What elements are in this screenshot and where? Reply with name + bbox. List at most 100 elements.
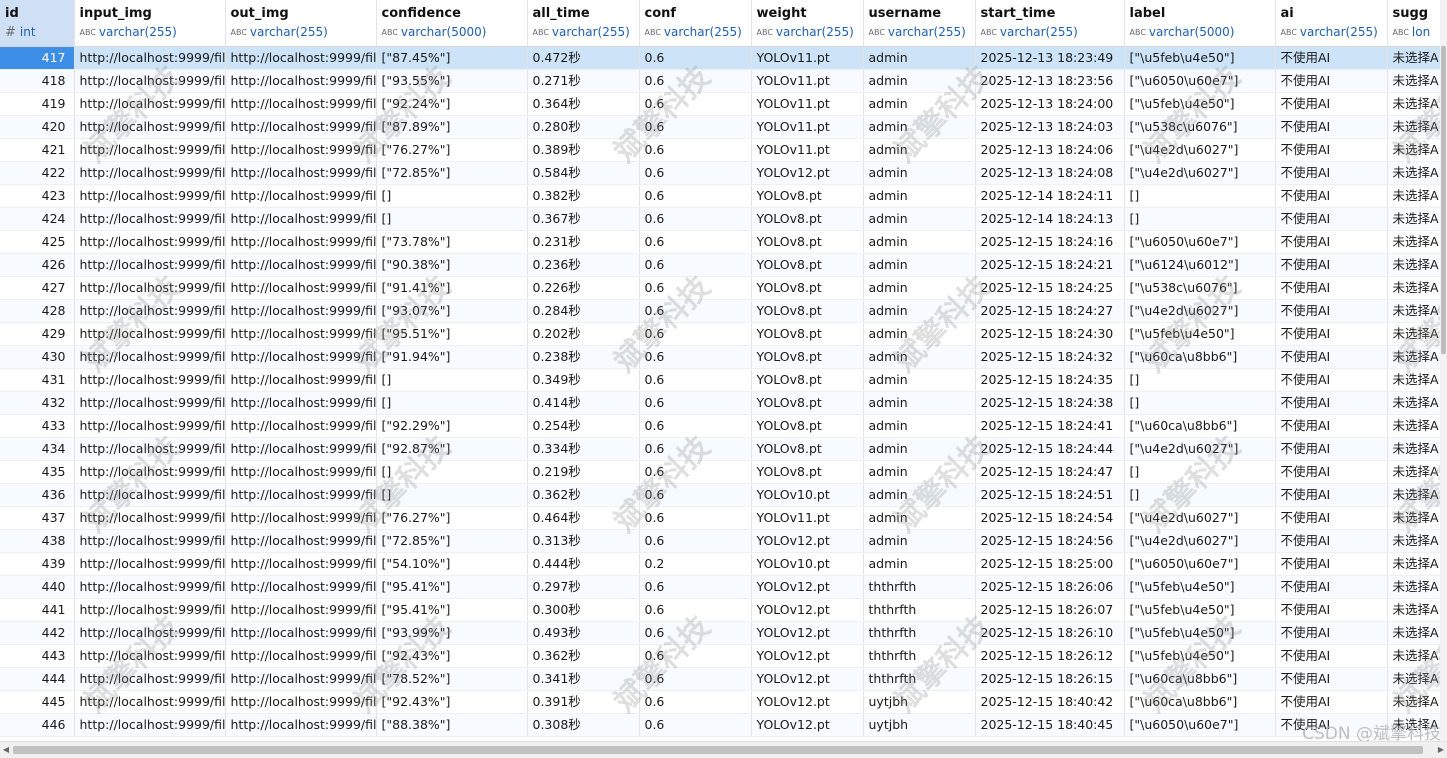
cell-all-time[interactable]: 0.334秒 (527, 437, 640, 461)
cell-out-img[interactable]: http://localhost:9999/file (225, 506, 377, 530)
cell-conf[interactable]: 0.6 (639, 621, 752, 645)
cell-id[interactable]: 433 (0, 414, 75, 438)
cell-out-img[interactable]: http://localhost:9999/file (225, 644, 377, 668)
vertical-scrollbar[interactable] (1440, 0, 1447, 741)
cell-input-img[interactable]: http://localhost:9999/file (74, 69, 226, 93)
cell-start-time[interactable]: 2025-12-15 18:24:41 (975, 414, 1125, 438)
cell-conf[interactable]: 0.6 (639, 184, 752, 208)
cell-conf[interactable]: 0.6 (639, 713, 752, 737)
cell-username[interactable]: ththrfth (863, 621, 976, 645)
cell-weight[interactable]: YOLOv8.pt (751, 253, 864, 277)
cell-confidence[interactable]: ["92.29%"] (376, 414, 528, 438)
cell-confidence[interactable]: [] (376, 483, 528, 507)
table-row[interactable]: 442 http://localhost:9999/file http://loca… (0, 621, 1440, 645)
cell-input-img[interactable]: http://localhost:9999/file (74, 598, 226, 622)
cell-sugg[interactable]: 未选择A (1387, 644, 1440, 668)
cell-confidence[interactable]: [] (376, 184, 528, 208)
cell-ai[interactable]: 不使用AI (1275, 138, 1388, 162)
column-header-id[interactable]: id # int (0, 0, 75, 47)
cell-sugg[interactable]: 未选择A (1387, 667, 1440, 691)
cell-username[interactable]: admin (863, 437, 976, 461)
cell-sugg[interactable]: 未选择A (1387, 138, 1440, 162)
column-header-input-img[interactable]: input_img ABC varchar(255) (74, 0, 226, 47)
column-header-label[interactable]: label ABC varchar(5000) (1124, 0, 1276, 47)
cell-username[interactable]: admin (863, 69, 976, 93)
cell-sugg[interactable]: 未选择A (1387, 598, 1440, 622)
cell-out-img[interactable]: http://localhost:9999/file (225, 161, 377, 185)
cell-start-time[interactable]: 2025-12-15 18:25:00 (975, 552, 1125, 576)
cell-start-time[interactable]: 2025-12-15 18:24:35 (975, 368, 1125, 392)
cell-input-img[interactable]: http://localhost:9999/file (74, 529, 226, 553)
cell-weight[interactable]: YOLOv11.pt (751, 69, 864, 93)
cell-id[interactable]: 436 (0, 483, 75, 507)
cell-ai[interactable]: 不使用AI (1275, 621, 1388, 645)
cell-label[interactable]: ["\u5feb\u4e50"] (1124, 621, 1276, 645)
cell-out-img[interactable]: http://localhost:9999/file (225, 414, 377, 438)
cell-ai[interactable]: 不使用AI (1275, 506, 1388, 530)
cell-all-time[interactable]: 0.280秒 (527, 115, 640, 139)
cell-weight[interactable]: YOLOv12.pt (751, 713, 864, 737)
cell-label[interactable]: [] (1124, 184, 1276, 208)
table-row[interactable]: 418 http://localhost:9999/file http://loca… (0, 69, 1440, 93)
cell-label[interactable]: [] (1124, 483, 1276, 507)
cell-ai[interactable]: 不使用AI (1275, 345, 1388, 369)
table-row[interactable]: 417 http://localhost:9999/file http://loca… (0, 46, 1440, 70)
cell-ai[interactable]: 不使用AI (1275, 437, 1388, 461)
cell-conf[interactable]: 0.6 (639, 276, 752, 300)
cell-start-time[interactable]: 2025-12-14 18:24:13 (975, 207, 1125, 231)
cell-conf[interactable]: 0.6 (639, 115, 752, 139)
cell-sugg[interactable]: 未选择A (1387, 713, 1440, 737)
cell-conf[interactable]: 0.6 (639, 414, 752, 438)
column-header-conf[interactable]: conf ABC varchar(255) (639, 0, 752, 47)
cell-all-time[interactable]: 0.584秒 (527, 161, 640, 185)
cell-weight[interactable]: YOLOv12.pt (751, 690, 864, 714)
cell-input-img[interactable]: http://localhost:9999/file (74, 713, 226, 737)
cell-label[interactable]: ["\u60ca\u8bb6"] (1124, 414, 1276, 438)
cell-all-time[interactable]: 0.271秒 (527, 69, 640, 93)
cell-out-img[interactable]: http://localhost:9999/file (225, 713, 377, 737)
cell-id[interactable]: 425 (0, 230, 75, 254)
cell-out-img[interactable]: http://localhost:9999/file (225, 299, 377, 323)
cell-ai[interactable]: 不使用AI (1275, 46, 1388, 70)
cell-all-time[interactable]: 0.391秒 (527, 690, 640, 714)
cell-out-img[interactable]: http://localhost:9999/file (225, 207, 377, 231)
cell-username[interactable]: admin (863, 460, 976, 484)
cell-ai[interactable]: 不使用AI (1275, 575, 1388, 599)
cell-ai[interactable]: 不使用AI (1275, 644, 1388, 668)
cell-input-img[interactable]: http://localhost:9999/file (74, 690, 226, 714)
table-row[interactable]: 419 http://localhost:9999/file http://loca… (0, 92, 1440, 116)
cell-out-img[interactable]: http://localhost:9999/file (225, 184, 377, 208)
cell-weight[interactable]: YOLOv8.pt (751, 460, 864, 484)
table-row[interactable]: 423 http://localhost:9999/file http://loca… (0, 184, 1440, 208)
cell-confidence[interactable]: ["91.41%"] (376, 276, 528, 300)
cell-username[interactable]: ththrfth (863, 598, 976, 622)
cell-label[interactable]: ["\u5feb\u4e50"] (1124, 322, 1276, 346)
cell-start-time[interactable]: 2025-12-15 18:24:51 (975, 483, 1125, 507)
cell-confidence[interactable]: ["73.78%"] (376, 230, 528, 254)
cell-ai[interactable]: 不使用AI (1275, 460, 1388, 484)
cell-out-img[interactable]: http://localhost:9999/file (225, 69, 377, 93)
cell-ai[interactable]: 不使用AI (1275, 414, 1388, 438)
cell-start-time[interactable]: 2025-12-15 18:24:30 (975, 322, 1125, 346)
cell-all-time[interactable]: 0.472秒 (527, 46, 640, 70)
cell-confidence[interactable]: ["87.89%"] (376, 115, 528, 139)
cell-label[interactable]: ["\u4e2d\u6027"] (1124, 161, 1276, 185)
cell-start-time[interactable]: 2025-12-15 18:26:15 (975, 667, 1125, 691)
cell-input-img[interactable]: http://localhost:9999/file (74, 161, 226, 185)
cell-conf[interactable]: 0.6 (639, 598, 752, 622)
cell-weight[interactable]: YOLOv8.pt (751, 207, 864, 231)
cell-conf[interactable]: 0.6 (639, 690, 752, 714)
cell-confidence[interactable]: ["95.51%"] (376, 322, 528, 346)
cell-username[interactable]: admin (863, 161, 976, 185)
cell-sugg[interactable]: 未选择A (1387, 115, 1440, 139)
table-row[interactable]: 429 http://localhost:9999/file http://loca… (0, 322, 1440, 346)
table-row[interactable]: 441 http://localhost:9999/file http://loca… (0, 598, 1440, 622)
cell-username[interactable]: admin (863, 529, 976, 553)
cell-label[interactable]: [] (1124, 460, 1276, 484)
cell-confidence[interactable]: ["76.27%"] (376, 506, 528, 530)
cell-input-img[interactable]: http://localhost:9999/file (74, 115, 226, 139)
cell-confidence[interactable]: ["95.41%"] (376, 598, 528, 622)
cell-conf[interactable]: 0.2 (639, 552, 752, 576)
table-row[interactable]: 445 http://localhost:9999/file http://loca… (0, 690, 1440, 714)
cell-sugg[interactable]: 未选择A (1387, 161, 1440, 185)
